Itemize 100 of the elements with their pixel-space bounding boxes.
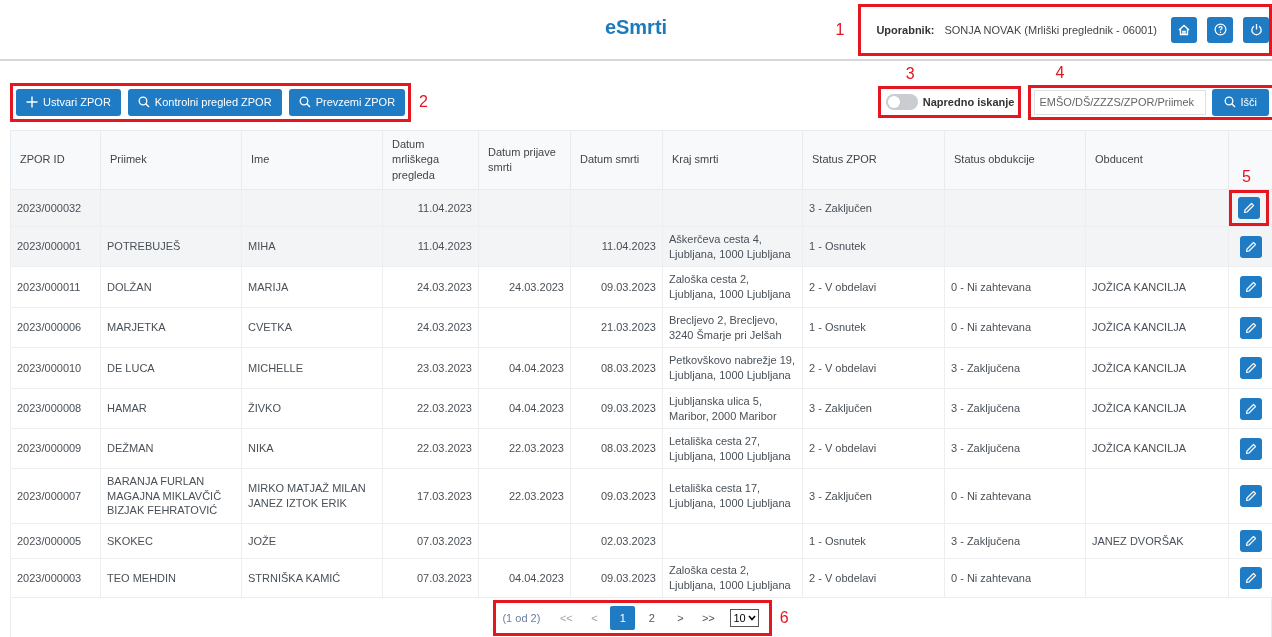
table-cell: 3 - Zaključena <box>951 402 1021 415</box>
pencil-icon <box>1244 240 1257 253</box>
toolbar-button[interactable]: Kontrolni pregled ZPOR <box>127 88 282 116</box>
table-cell: MICHELLE <box>248 361 304 374</box>
power-icon <box>1249 23 1263 36</box>
table-row[interactable]: 2023/000009 DEŽMAN NIKA 22.03.2023 22.03.2023 08.03.2023 Letališka cesta 27, Ljubljana, 1000 Ljubljana 2 - V obdelavi 3 - Zaključena JOŽICA KANCILJA <box>10 428 1272 469</box>
table-cell: 07.03.2023 <box>416 534 472 547</box>
table-row[interactable]: 2023/000011 DOLŽAN MARIJA 24.03.2023 24.03.2023 09.03.2023 Zaloška cesta 2, Ljubljana, 1000 Ljubljana 2 - V obdelavi 0 - Ni zahtevana JOŽICA KANCILJA <box>10 266 1272 308</box>
callout-number: 4 <box>1055 64 1065 81</box>
column-header: Status obdukcije <box>944 130 1086 190</box>
toolbar-button[interactable]: Prevzemi ZPOR <box>288 88 406 116</box>
table-cell: 3 - Zaključen <box>809 402 872 415</box>
edit-button[interactable] <box>1239 397 1262 420</box>
table-cell: 09.03.2023 <box>600 489 656 502</box>
page-button[interactable]: 2 <box>639 606 665 630</box>
column-header: Priimek <box>100 130 242 190</box>
table-cell: Zaloška cesta 2, Ljubljana, 1000 Ljubljana <box>669 273 791 300</box>
table-cell: MIRKO MATJAŽ MILAN JANEZ IZTOK ERIK <box>248 482 366 509</box>
table-cell: JOŽE <box>248 534 277 547</box>
table-cell: 2023/000001 <box>17 240 82 253</box>
table-cell: DE LUCA <box>107 361 155 374</box>
table-row[interactable] <box>10 468 1272 524</box>
column-header: ZPOR ID <box>10 130 101 190</box>
table-cell: 11.04.2023 <box>601 240 656 253</box>
pencil-icon <box>1244 572 1257 584</box>
page-button[interactable]: 1 <box>610 606 636 630</box>
table-cell: 23.03.2023 <box>416 361 472 374</box>
table-row[interactable]: 2023/000005 SKOKEC JOŽE 07.03.2023 02.03.2023 1 - Osnutek 3 - Zaključena JANEZ DVORŠAK <box>10 523 1272 559</box>
table-cell: 2023/000010 <box>17 361 82 374</box>
table-cell: 04.04.2023 <box>508 361 564 374</box>
table-cell: 3 - Zaključena <box>951 534 1021 547</box>
table-cell: 22.03.2023 <box>416 402 472 415</box>
table-cell: 3 - Zaključena <box>951 361 1021 374</box>
page-size-select[interactable]: 10 <box>730 609 759 627</box>
callout-number: 2 <box>419 94 428 110</box>
next-page-button[interactable]: > <box>668 606 693 630</box>
table-cell: 2023/000011 <box>17 280 81 293</box>
table-row[interactable]: 2023/000006 MARJETKA CVETKA 24.03.2023 21.03.2023 Brecljevo 2, Brecljevo, 3240 Šmarje pri Jelšah 1 - Osnutek 0 - Ni zahtevana JOŽICA KANCILJA <box>10 307 1272 348</box>
table-cell: 04.04.2023 <box>508 571 564 584</box>
table-cell: 22.03.2023 <box>508 442 564 455</box>
help-button[interactable] <box>1207 16 1233 43</box>
table-cell: 22.03.2023 <box>508 489 564 502</box>
table-cell: 11.04.2023 <box>417 201 472 214</box>
column-header: Datum prijave smrti <box>478 130 571 190</box>
pencil-icon <box>1244 442 1257 455</box>
table-cell: 1 - Osnutek <box>809 321 866 334</box>
table-cell: 21.03.2023 <box>600 321 656 334</box>
pencil-icon <box>1244 535 1257 547</box>
table-cell: TEO MEHDIN <box>107 571 177 584</box>
table-cell: 3 - Zaključen <box>809 489 872 502</box>
toolbar-button[interactable]: Ustvari ZPOR <box>16 88 121 116</box>
table-cell: JOŽICA KANCILJA <box>1092 321 1187 334</box>
edit-button[interactable] <box>1239 567 1262 589</box>
edit-button[interactable] <box>1239 276 1262 298</box>
edit-button[interactable] <box>1239 235 1262 258</box>
page-summary: (1 od 2) <box>502 612 541 624</box>
edit-button[interactable] <box>1239 437 1262 460</box>
power-button[interactable] <box>1243 16 1269 43</box>
callout-number: 6 <box>779 610 789 626</box>
edit-button[interactable] <box>1239 485 1262 507</box>
table-cell: CVETKA <box>248 321 292 334</box>
column-header: Datum smrti <box>570 130 663 190</box>
column-header: Status ZPOR <box>802 130 945 190</box>
table-cell: 09.03.2023 <box>600 402 656 415</box>
table-cell: 24.03.2023 <box>508 280 564 293</box>
edit-button[interactable] <box>1239 357 1262 379</box>
table-cell: 0 - Ni zahtevana <box>951 571 1032 584</box>
last-page-button[interactable]: >> <box>696 606 721 630</box>
table-cell: 02.03.2023 <box>600 534 656 547</box>
edit-button[interactable] <box>1239 316 1262 339</box>
table-row[interactable]: 2023/000010 DE LUCA MICHELLE 23.03.2023 04.04.2023 08.03.2023 Petkovškovo nabrežje 19, Ljubljana, 1000 Ljubljana 2 - V obdelavi 3 - Zaključena JOŽICA KANCILJA <box>10 347 1272 389</box>
callout-number: 1 <box>835 21 845 38</box>
table-cell: HAMAR <box>107 402 147 415</box>
pencil-icon <box>1243 202 1255 214</box>
table-cell: 24.03.2023 <box>416 321 472 334</box>
search-button[interactable]: Išči <box>1211 88 1269 116</box>
table-cell: 11.04.2023 <box>417 240 472 253</box>
table-cell: 1 - Osnutek <box>809 534 866 547</box>
table-row[interactable]: 2023/000003 TEO MEHDIN STRNIŠKA KAMIĆ 07.03.2023 04.04.2023 09.03.2023 Zaloška cesta 2, Ljubljana, 1000 Ljubljana 2 - V obdelavi 0 - Ni zahtevana <box>10 558 1272 598</box>
table-cell: 2023/000006 <box>17 321 82 334</box>
toggle-switch[interactable] <box>885 94 918 110</box>
table-cell: Letališka cesta 27, Ljubljana, 1000 Ljubljana <box>669 434 791 462</box>
edit-button[interactable] <box>1239 530 1262 552</box>
table-cell: MARIJA <box>248 280 289 293</box>
plus-icon <box>26 96 38 108</box>
search-field[interactable]: EMŠO/DŠ/ZZZS/ZPOR/Priimek <box>1033 89 1206 115</box>
home-button[interactable] <box>1171 16 1197 43</box>
table-cell: 07.03.2023 <box>416 571 472 584</box>
table-cell: Ljubljanska ulica 5, Maribor, 2000 Maribor <box>669 394 777 422</box>
table-cell: 3 - Zaključen <box>809 201 872 214</box>
table-cell: 09.03.2023 <box>600 280 656 293</box>
table-row[interactable]: 2023/000001 POTREBUJEŠ MIHA 11.04.2023 11.04.2023 Aškerčeva cesta 4, Ljubljana, 1000 Ljubljana 1 - Osnutek <box>10 226 1272 267</box>
edit-button[interactable] <box>1238 197 1260 219</box>
table-cell: MARJETKA <box>107 321 166 334</box>
user-label: Uporabnik: <box>876 23 935 36</box>
table-row[interactable]: 2023/000008 HAMAR ŽIVKO 22.03.2023 04.04.2023 09.03.2023 Ljubljanska ulica 5, Maribor, 2000 Maribor 3 - Zaključen 3 - Zaključena JOŽICA KANCILJA <box>10 388 1272 429</box>
column-header: Obducent <box>1085 130 1229 190</box>
table-cell: 17.03.2023 <box>416 489 472 502</box>
callout-number: 5 <box>1242 169 1251 185</box>
home-icon <box>1178 23 1190 36</box>
